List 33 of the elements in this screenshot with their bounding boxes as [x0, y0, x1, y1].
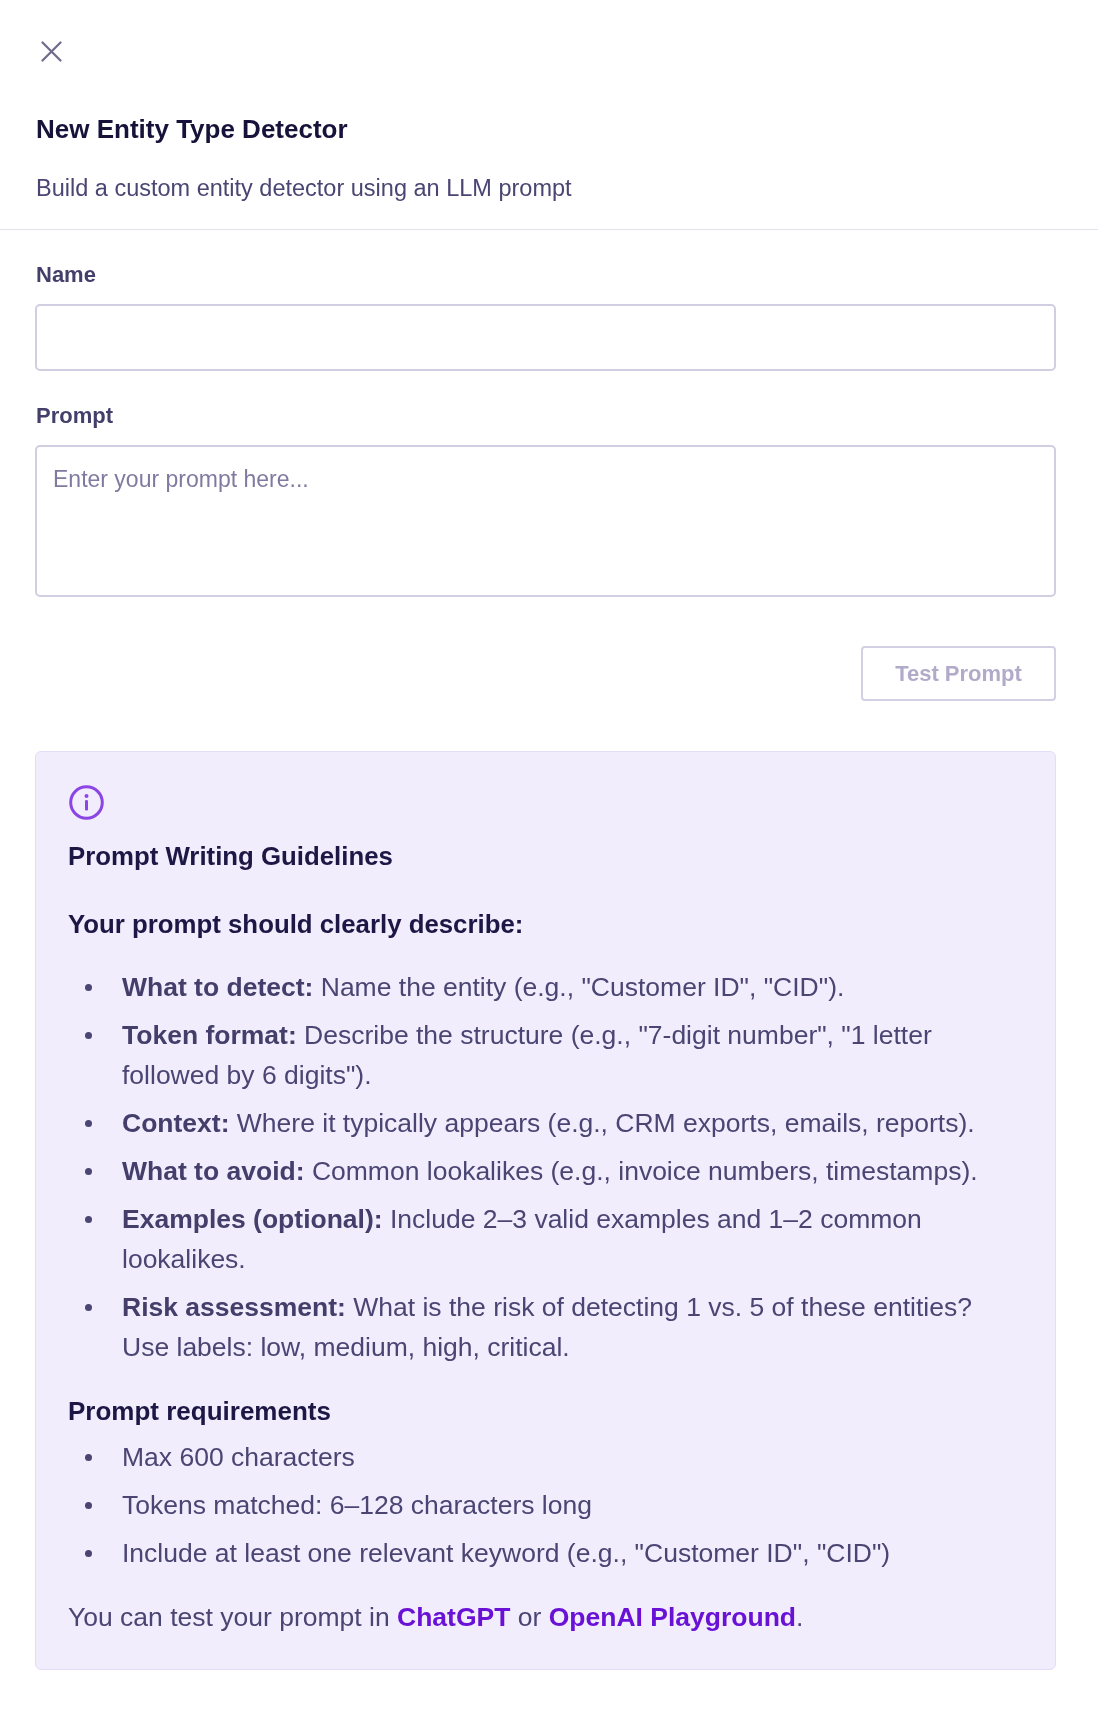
- text-link[interactable]: OpenAI Playground: [548, 1602, 797, 1632]
- guidelines-intro: Your prompt should clearly describe:: [68, 909, 525, 939]
- bullet-icon: [85, 1168, 92, 1175]
- bullet-icon: [85, 1032, 92, 1039]
- requirements-title: Prompt requirements: [68, 1396, 332, 1426]
- guidelines-title: Prompt Writing Guidelines: [68, 841, 394, 871]
- dialog-subtitle: Build a custom entity detector using an LLM prompt: [36, 174, 573, 202]
- guideline-text: What to avoid: Common lookalikes (e.g., invoice numbers, timestamps).: [122, 1155, 979, 1188]
- close-icon: [41, 41, 62, 62]
- text-link[interactable]: ChatGPT: [397, 1602, 511, 1632]
- bullet-icon: [85, 1454, 92, 1461]
- field-label: Prompt: [36, 404, 114, 428]
- bullet-icon: [85, 1120, 92, 1127]
- guideline-text: Token format: Describe the structure (e.g., "7-digit number", "1 letter followed by 6 digits").: [122, 1019, 933, 1092]
- test-hint-text: You can test your prompt in ChatGPT or OpenAI Playground.: [68, 1601, 805, 1634]
- requirement-text: Max 600 characters: [122, 1441, 356, 1474]
- close-button[interactable]: [41, 41, 62, 62]
- prompt-textarea[interactable]: Enter your prompt here...: [35, 445, 1056, 597]
- guideline-text: Risk assessment: What is the risk of detecting 1 vs. 5 of these entities? Use labels: low, medium, high, critical.: [122, 1291, 973, 1364]
- bullet-icon: [85, 1502, 92, 1509]
- bullet-icon: [85, 1304, 92, 1311]
- bullet-icon: [85, 1216, 92, 1223]
- bullet-icon: [85, 1550, 92, 1557]
- info-icon: [69, 785, 104, 820]
- requirement-text: Include at least one relevant keyword (e.g., "Customer ID", "CID"): [122, 1537, 892, 1570]
- guideline-text: What to detect: Name the entity (e.g., "Customer ID", "CID").: [122, 971, 846, 1004]
- requirement-text: Tokens matched: 6–128 characters long: [122, 1489, 593, 1522]
- guideline-text: Context: Where it typically appears (e.g., CRM exports, emails, reports).: [122, 1107, 976, 1140]
- guideline-text: Examples (optional): Include 2–3 valid examples and 1–2 common lookalikes.: [122, 1203, 923, 1276]
- dialog-title: New Entity Type Detector: [36, 114, 349, 144]
- text-input[interactable]: [35, 304, 1056, 371]
- bullet-icon: [85, 984, 92, 991]
- field-label: Name: [36, 263, 97, 287]
